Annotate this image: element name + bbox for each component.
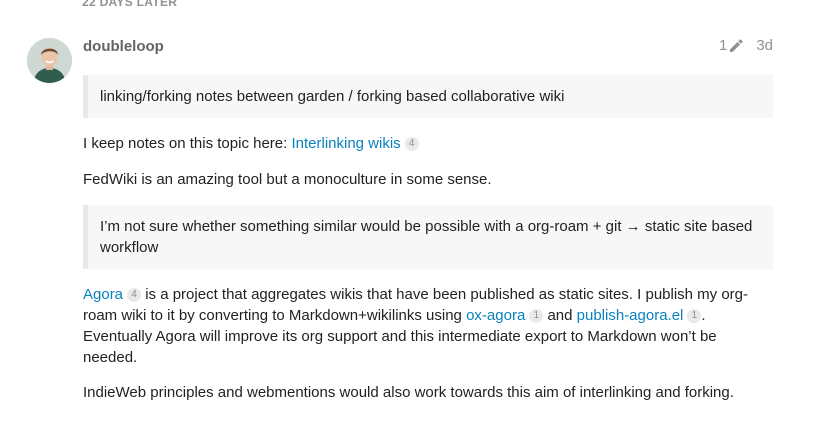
link-click-count: 4 xyxy=(127,288,142,302)
post-header: doubleloop 1 3d xyxy=(83,30,773,60)
paragraph-text: I keep notes on this topic here: xyxy=(83,135,292,152)
post-meta: 1 3d xyxy=(719,37,773,54)
arrow-symbol: → xyxy=(625,218,641,235)
post: doubleloop 1 3d linking/forking notes be… xyxy=(83,30,773,403)
post-body: linking/forking notes between garden / f… xyxy=(83,75,773,403)
paragraph: I keep notes on this topic here: Interli… xyxy=(83,133,773,154)
quote-text: linking/forking notes between garden / f… xyxy=(100,88,565,105)
quote-text: I’m not sure whether something similar w… xyxy=(100,218,626,235)
time-gap-label: 22 DAYS LATER xyxy=(82,0,178,9)
link-publish-agora[interactable]: publish-agora.el xyxy=(577,307,684,324)
paragraph: FedWiki is an amazing tool but a monocul… xyxy=(83,171,492,188)
quote-block: I’m not sure whether something similar w… xyxy=(83,205,773,269)
avatar-image xyxy=(27,38,72,83)
post-date[interactable]: 3d xyxy=(756,37,773,54)
quote-block: linking/forking notes between garden / f… xyxy=(83,75,773,118)
edit-history-button[interactable]: 1 xyxy=(719,37,743,54)
link-agora[interactable]: Agora xyxy=(83,286,123,303)
paragraph-text: and xyxy=(543,307,577,324)
link-interlinking-wikis[interactable]: Interlinking wikis xyxy=(291,135,400,152)
link-click-count: 1 xyxy=(529,309,544,323)
avatar[interactable] xyxy=(27,38,72,83)
link-click-count: 4 xyxy=(404,137,419,151)
paragraph: IndieWeb principles and webmentions woul… xyxy=(83,384,734,401)
username[interactable]: doubleloop xyxy=(83,38,164,55)
pencil-icon xyxy=(730,38,743,52)
paragraph: Agora 4 is a project that aggregates wiki… xyxy=(83,284,773,368)
link-ox-agora[interactable]: ox-agora xyxy=(466,307,525,324)
edit-count: 1 xyxy=(718,37,728,54)
link-click-count: 1 xyxy=(687,309,702,323)
